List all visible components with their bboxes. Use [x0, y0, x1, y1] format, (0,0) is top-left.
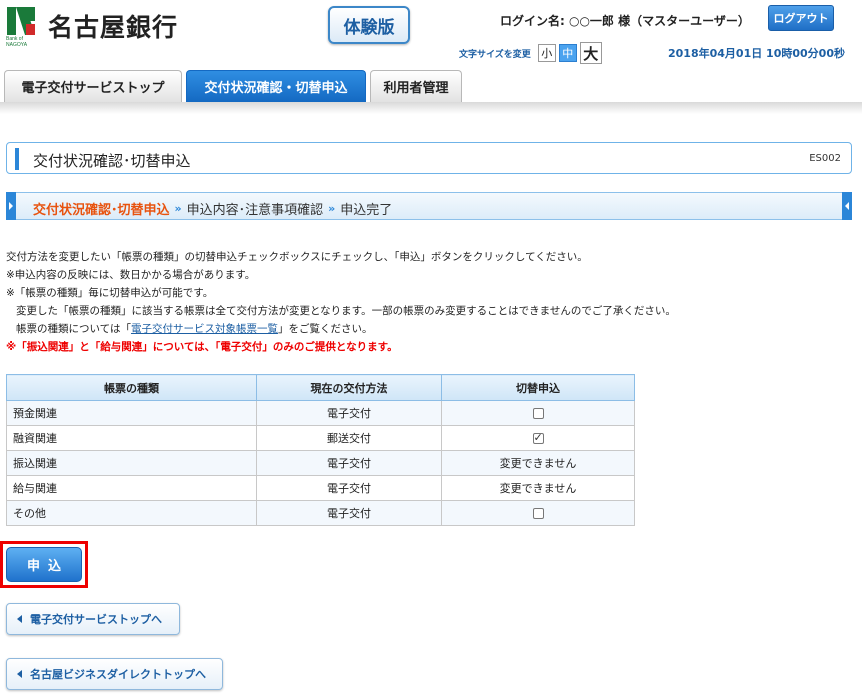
screen-code: ES002 [809, 153, 841, 164]
row-switch-unavailable: 変更できません [441, 450, 635, 476]
login-user-name: ログイン名: ○○一郎 様（マスターユーザー） [500, 14, 750, 28]
step-complete: 申込完了 [340, 203, 393, 218]
logo-subtext: Bank of NAGOYA [6, 36, 27, 48]
step-separator-icon: » [328, 202, 336, 215]
font-size-small-button[interactable]: 小 [537, 44, 556, 62]
instruction-note-detail: 変更した「帳票の種類」に該当する帳票は全て交付方法が変更となります。一部の帳票の… [16, 305, 676, 317]
step-bar-left-cap [6, 192, 16, 220]
column-header-switch: 切替申込 [441, 374, 635, 401]
step-confirm: 申込内容･注意事項確認 [186, 203, 324, 218]
row-kind: 預金関連 [6, 400, 257, 426]
instruction-note-detail: 帳票の種類については「電子交付サービス対象帳票一覧」をご覧ください。 [6, 320, 676, 338]
apply-button[interactable]: 申込 [6, 547, 82, 582]
row-switch-unavailable: 変更できません [441, 475, 635, 501]
logout-button[interactable]: ログアウト [768, 5, 834, 31]
table-row: 融資関連 郵送交付 [6, 425, 635, 451]
row-kind: 給与関連 [6, 475, 257, 501]
column-header-method: 現在の交付方法 [256, 374, 442, 401]
row-kind: 融資関連 [6, 425, 257, 451]
delivery-status-table: 帳票の種類 現在の交付方法 切替申込 預金関連 電子交付 融資関連 郵送交付 振… [6, 374, 635, 526]
font-size-label: 文字サイズを変更 [459, 49, 531, 60]
bank-logo: Bank of NAGOYA 名古屋銀行 [6, 6, 179, 48]
switch-checkbox[interactable] [532, 508, 544, 519]
step-indicator: 交付状況確認･切替申込 » 申込内容･注意事項確認 » 申込完了 [6, 192, 852, 220]
current-datetime: 2018年04月01日 10時00分00秒 [668, 47, 845, 60]
warning-note: ※「振込関連」と「給与関連」については、「電子交付」のみのご提供となります。 [6, 341, 398, 353]
back-arrow-icon [17, 670, 22, 678]
row-kind: 振込関連 [6, 450, 257, 476]
font-size-switcher: 文字サイズを変更 小 中 大 [459, 42, 605, 64]
row-method: 電子交付 [256, 500, 442, 526]
row-switch [441, 500, 635, 526]
table-row: その他 電子交付 [6, 500, 635, 526]
page-title: 交付状況確認･切替申込 [33, 152, 191, 170]
switch-checkbox[interactable] [532, 408, 544, 419]
row-kind: その他 [6, 500, 257, 526]
back-to-business-direct-button[interactable]: 名古屋ビジネスダイレクトトップへ [6, 658, 223, 690]
font-size-medium-button[interactable]: 中 [558, 44, 577, 62]
step-bar-right-cap [842, 192, 852, 220]
row-switch [441, 400, 635, 426]
row-method: 電子交付 [256, 475, 442, 501]
tab-service-top[interactable]: 電子交付サービストップ [4, 70, 182, 102]
main-tabs: 電子交付サービストップ 交付状況確認・切替申込 利用者管理 [0, 70, 862, 102]
back-arrow-icon [17, 615, 22, 623]
trial-version-badge: 体験版 [328, 6, 410, 44]
row-method: 電子交付 [256, 450, 442, 476]
instruction-note: ※「帳票の種類」毎に切替申込が可能です。 [6, 287, 214, 299]
column-header-kind: 帳票の種類 [6, 374, 257, 401]
tab-divider [0, 102, 862, 114]
table-row: 預金関連 電子交付 [6, 400, 635, 426]
row-method: 電子交付 [256, 400, 442, 426]
row-method: 郵送交付 [256, 425, 442, 451]
tab-status-switch[interactable]: 交付状況確認・切替申込 [186, 70, 366, 102]
back-to-service-top-button[interactable]: 電子交付サービストップへ [6, 603, 180, 635]
back-to-service-top-label: 電子交付サービストップへ [30, 613, 162, 626]
instructions: 交付方法を変更したい「帳票の種類」の切替申込チェックボックスにチェックし、「申込… [6, 248, 676, 356]
page-title-accent [15, 148, 19, 170]
step-current: 交付状況確認･切替申込 [33, 203, 170, 218]
table-header-row: 帳票の種類 現在の交付方法 切替申込 [6, 374, 635, 401]
instruction-text: 帳票の種類については「 [16, 323, 131, 335]
tab-user-management[interactable]: 利用者管理 [370, 70, 462, 102]
step-separator-icon: » [174, 202, 182, 215]
table-row: 給与関連 電子交付 変更できません [6, 475, 635, 501]
bank-logo-mark: Bank of NAGOYA [6, 6, 40, 48]
back-to-business-direct-label: 名古屋ビジネスダイレクトトップへ [30, 668, 206, 681]
font-size-large-button[interactable]: 大 [579, 42, 602, 64]
page-title-box: 交付状況確認･切替申込 ES002 [6, 142, 852, 174]
instruction-text: 」をご覧ください。 [277, 323, 373, 335]
instruction-note: ※申込内容の反映には、数日かかる場合があります。 [6, 269, 256, 281]
logo-subtext-line2: NAGOYA [6, 42, 28, 48]
row-switch [441, 425, 635, 451]
target-forms-list-link[interactable]: 電子交付サービス対象帳票一覧 [131, 323, 278, 335]
bank-name: 名古屋銀行 [48, 13, 179, 42]
logo-emblem-icon [7, 7, 35, 35]
table-row: 振込関連 電子交付 変更できません [6, 450, 635, 476]
switch-checkbox[interactable] [532, 431, 544, 444]
instruction-line: 交付方法を変更したい「帳票の種類」の切替申込チェックボックスにチェックし、「申込… [6, 251, 588, 263]
